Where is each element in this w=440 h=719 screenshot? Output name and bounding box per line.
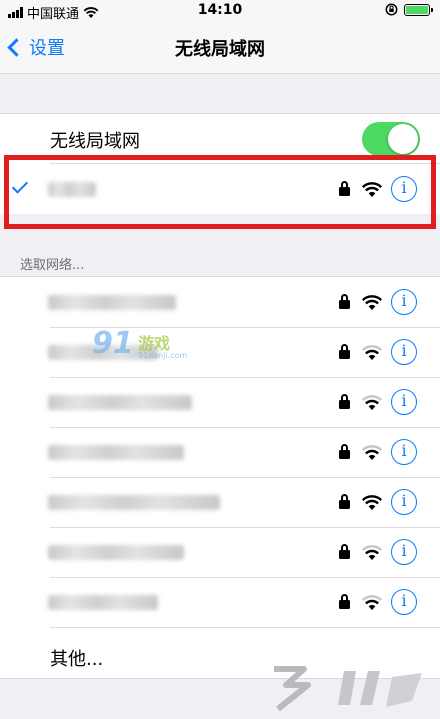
battery-icon — [404, 3, 433, 16]
wifi-signal-medium-icon — [361, 595, 383, 610]
info-icon[interactable]: i — [391, 439, 417, 465]
watermark-logo: 91 游戏 91danji.com — [92, 326, 192, 366]
network-name — [48, 595, 158, 610]
lock-icon — [339, 444, 350, 460]
toggle-knob — [388, 124, 418, 154]
watermark-number: 91 — [92, 326, 134, 361]
wifi-signal-medium-icon — [361, 395, 383, 410]
orientation-lock-icon — [385, 3, 398, 16]
network-row[interactable]: i — [0, 478, 440, 527]
info-icon[interactable]: i — [391, 389, 417, 415]
network-row[interactable]: i — [0, 328, 440, 377]
networks-section-header: 选取网络... — [20, 258, 85, 273]
network-name — [48, 545, 184, 560]
network-name — [48, 445, 184, 460]
network-name — [48, 495, 220, 510]
info-icon[interactable]: i — [391, 589, 417, 615]
highlight-annotation-box — [4, 155, 436, 229]
status-bar: 中国联通 14:10 — [0, 0, 440, 22]
wifi-signal-medium-icon — [361, 345, 383, 360]
clock: 14:10 — [197, 2, 243, 18]
info-icon[interactable]: i — [391, 489, 417, 515]
wifi-toggle-label: 无线局域网 — [50, 131, 140, 152]
info-icon[interactable]: i — [391, 539, 417, 565]
wifi-signal-medium-icon — [361, 545, 383, 560]
wifi-signal-medium-icon — [361, 445, 383, 460]
wifi-toggle[interactable] — [362, 122, 420, 156]
network-row[interactable]: i — [0, 378, 440, 427]
info-icon[interactable]: i — [391, 339, 417, 365]
page-title: 无线局域网 — [175, 39, 265, 60]
lock-icon — [339, 594, 350, 610]
network-row[interactable]: i — [0, 277, 440, 327]
status-right — [385, 3, 433, 16]
wifi-signal-full-icon — [361, 495, 383, 510]
network-row[interactable]: i — [0, 528, 440, 577]
navigation-bar: 设置 无线局域网 — [0, 22, 440, 74]
network-name — [48, 295, 176, 310]
network-row[interactable]: i — [0, 578, 440, 627]
other-network-label: 其他... — [50, 649, 104, 670]
network-name — [48, 395, 192, 410]
network-row[interactable]: i — [0, 428, 440, 477]
wifi-signal-full-icon — [361, 295, 383, 310]
watermark-url: 91danji.com — [138, 351, 188, 360]
networks-list: i i i i i i i 其他... — [0, 276, 440, 679]
lock-icon — [339, 394, 350, 410]
lock-icon — [339, 294, 350, 310]
info-icon[interactable]: i — [391, 289, 417, 315]
lock-icon — [339, 544, 350, 560]
corner-watermark-icon — [274, 666, 422, 712]
lock-icon — [339, 344, 350, 360]
lock-icon — [339, 494, 350, 510]
